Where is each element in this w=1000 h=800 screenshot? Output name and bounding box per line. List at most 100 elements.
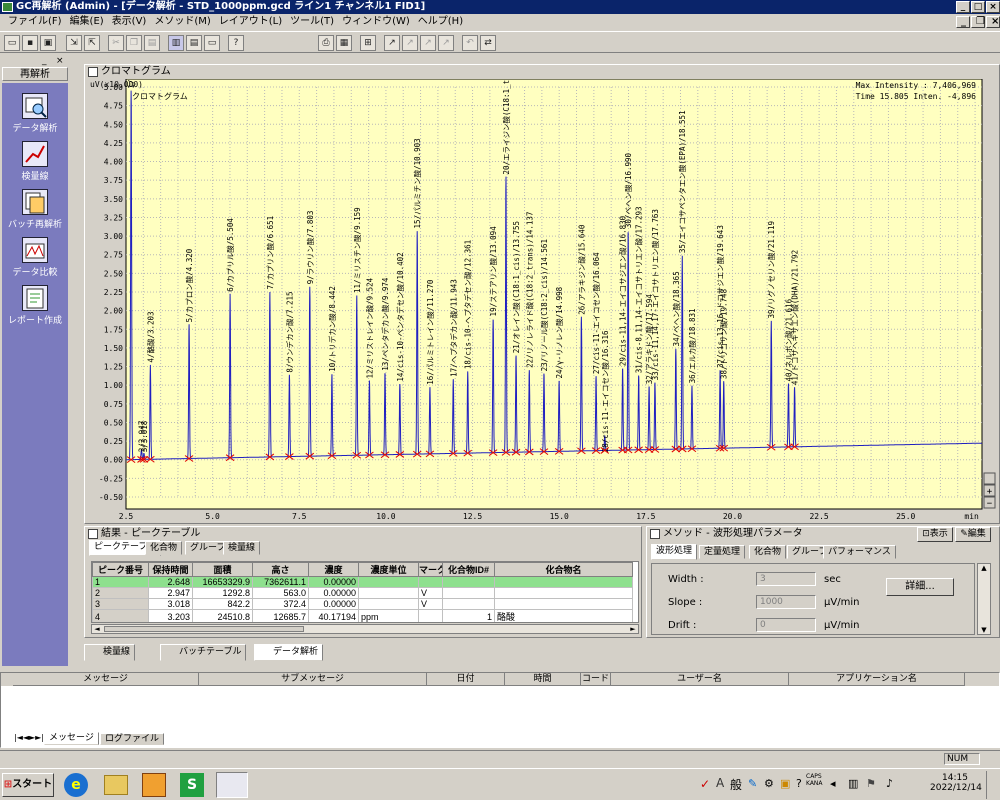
close-button[interactable]: × (986, 1, 1000, 13)
menu-view[interactable]: 表示(V) (108, 14, 151, 30)
cut-icon[interactable]: ✂ (108, 35, 124, 51)
child-restore-button[interactable]: ❐ (971, 16, 985, 28)
chromatogram-plot[interactable]: 5.004.754.504.254.003.753.503.253.002.75… (86, 79, 998, 523)
copy-icon[interactable]: ❐ (126, 35, 142, 51)
col-height[interactable]: 高さ (252, 562, 309, 577)
col-ret-time[interactable]: 保持時間 (148, 562, 193, 577)
tab-batch-table[interactable]: バッチテーブル (160, 644, 247, 661)
flag-icon[interactable]: ⚑ (866, 777, 876, 790)
ime-tool-icon[interactable]: ⚙ (764, 777, 774, 790)
app-s-icon[interactable]: S (180, 773, 204, 797)
nav-compare[interactable]: データ比較 (2, 237, 68, 278)
help-tray-icon[interactable]: ? (796, 777, 802, 790)
import-icon[interactable]: ⇲ (66, 35, 82, 51)
method-vscrollbar[interactable]: ▲ ▼ (977, 563, 991, 635)
tab-calibration[interactable]: 検量線 (223, 541, 261, 555)
scroll-up-icon[interactable]: ▲ (978, 564, 990, 572)
maximize-button[interactable]: □ (971, 1, 985, 13)
chart4-icon[interactable]: ↗ (438, 35, 454, 51)
nav-calibration[interactable]: 検量線 (2, 141, 68, 182)
menu-file[interactable]: ファイル(F) (4, 14, 66, 30)
start-button[interactable]: ⊞スタート (2, 773, 54, 797)
tab-first-icon[interactable]: |◄◄►►| (14, 733, 44, 742)
pane-close-icon[interactable]: × (56, 56, 64, 66)
minimize-button[interactable]: _ (956, 1, 970, 13)
tab-compound[interactable]: 化合物 (145, 541, 183, 555)
ie-icon[interactable]: e (64, 773, 88, 797)
tab-quant[interactable]: 定量処理 (699, 545, 746, 559)
layout3-icon[interactable]: ▭ (204, 35, 220, 51)
scroll-left-icon[interactable]: ◄ (92, 625, 102, 633)
msg-col-app[interactable]: アプリケーション名 (789, 673, 965, 686)
child-minimize-button[interactable]: _ (956, 16, 970, 28)
menu-layout[interactable]: レイアウト(L) (215, 14, 286, 30)
open-icon[interactable]: ▣ (40, 35, 56, 51)
layout1-icon[interactable]: ▥ (168, 35, 184, 51)
msg-col-date[interactable]: 日付 (427, 673, 505, 686)
ime-mode[interactable]: 般 (730, 776, 742, 793)
tab-logfile[interactable]: ログファイル (100, 733, 165, 745)
tab-messages[interactable]: メッセージ (44, 732, 99, 745)
new-icon[interactable]: ▭ (4, 35, 20, 51)
detail-button[interactable]: 詳細... (886, 578, 954, 596)
gc-taskbar-icon[interactable] (216, 772, 248, 798)
paste-icon[interactable]: ▤ (144, 35, 160, 51)
show-desktop-button[interactable] (986, 771, 998, 799)
menu-help[interactable]: ヘルプ(H) (414, 14, 467, 30)
child-close-button[interactable]: × (986, 16, 1000, 28)
nav-data-analysis[interactable]: データ解析 (2, 93, 68, 134)
tab-compound[interactable]: 化合物 (749, 545, 787, 559)
slope-field[interactable]: 1000 (756, 595, 816, 609)
media-player-icon[interactable] (142, 773, 166, 797)
chart3-icon[interactable]: ↗ (420, 35, 436, 51)
display-button[interactable]: ⊡表示 (917, 527, 953, 542)
col-mark[interactable]: マーク (418, 562, 443, 577)
table-row[interactable]: 2 2.947 1292.8 563.0 0.00000 V (92, 587, 633, 599)
tab-data-analysis[interactable]: データ解析 (254, 644, 324, 661)
msg-col-code[interactable]: コード (581, 673, 611, 686)
width-field[interactable]: 3 (756, 572, 816, 586)
msg-col-message[interactable]: メッセージ (13, 673, 199, 686)
export-icon[interactable]: ⇱ (84, 35, 100, 51)
results-hscrollbar[interactable]: ◄ ► (91, 624, 639, 634)
drift-field[interactable]: 0 (756, 618, 816, 632)
col-compound-id[interactable]: 化合物ID# (442, 562, 495, 577)
volume-icon[interactable]: ♪ (886, 777, 893, 790)
tab-calibration-view[interactable]: 検量線 (84, 644, 136, 661)
help-icon[interactable]: ? (228, 35, 244, 51)
print-preview-icon[interactable]: ▦ (336, 35, 352, 51)
menu-method[interactable]: メソッド(M) (150, 14, 214, 30)
menu-window[interactable]: ウィンドウ(W) (338, 14, 414, 30)
col-unit[interactable]: 濃度単位 (358, 562, 419, 577)
redo-icon[interactable]: ⇄ (480, 35, 496, 51)
ime-pad-icon[interactable]: ▣ (780, 777, 790, 790)
msg-col-submessage[interactable]: サブメッセージ (199, 673, 427, 686)
layout2-icon[interactable]: ▤ (186, 35, 202, 51)
network-icon[interactable]: ▥ (848, 777, 858, 790)
table-row[interactable]: 3 3.018 842.2 372.4 0.00000 V (92, 598, 633, 610)
tab-performance[interactable]: パフォーマンス (823, 545, 896, 559)
ime-a-icon[interactable]: A (716, 776, 724, 790)
msg-col-time[interactable]: 時間 (505, 673, 581, 686)
menu-edit[interactable]: 編集(E) (66, 14, 108, 30)
chart2-icon[interactable]: ↗ (402, 35, 418, 51)
scroll-right-icon[interactable]: ► (628, 625, 638, 633)
report-icon[interactable]: ⊞ (360, 35, 376, 51)
scroll-down-icon[interactable]: ▼ (978, 626, 990, 634)
nav-batch[interactable]: バッチ再解析 (2, 189, 68, 230)
table-row[interactable]: 4 3.203 24510.8 12685.7 40.17194 ppm 1 酪酸 (92, 609, 633, 622)
pane-minimize-icon[interactable]: _ (42, 56, 47, 66)
col-compound-name[interactable]: 化合物名 (494, 562, 633, 577)
tray-arrow-icon[interactable]: ◂ (830, 777, 836, 790)
scroll-thumb[interactable] (104, 626, 304, 632)
col-peak-no[interactable]: ピーク番号 (92, 562, 149, 577)
msg-col-user[interactable]: ユーザー名 (611, 673, 789, 686)
table-row[interactable]: 1 2.648 16653329.9 7362611.1 0.00000 (92, 576, 633, 588)
zoom-fit-icon[interactable] (983, 472, 996, 485)
ime-dict-icon[interactable]: ✎ (748, 777, 757, 790)
menu-tools[interactable]: ツール(T) (286, 14, 338, 30)
save-icon[interactable]: ▪ (22, 35, 38, 51)
nav-report[interactable]: レポート作成 (2, 285, 68, 326)
tray-icon-1[interactable]: ✓ (700, 777, 710, 791)
clock[interactable]: 14:15 2022/12/14 (930, 773, 982, 793)
